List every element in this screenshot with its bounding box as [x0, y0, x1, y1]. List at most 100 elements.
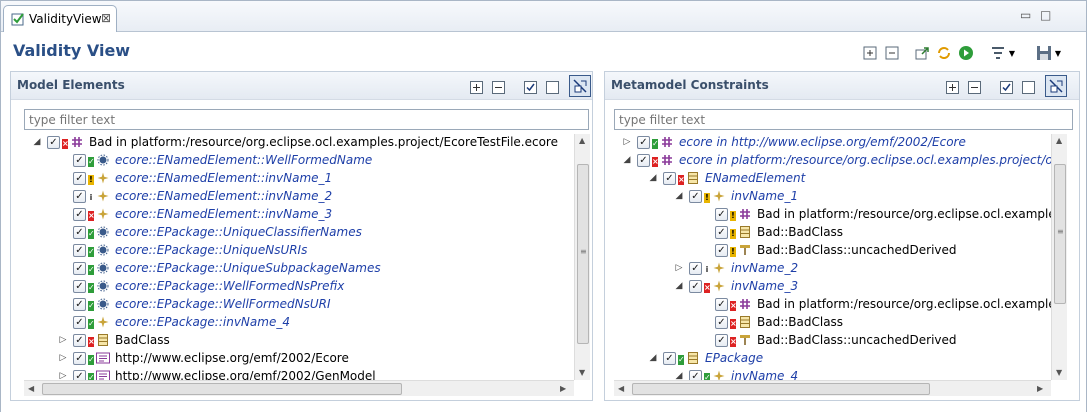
expand-toggle-icon[interactable]: ▷ [674, 263, 684, 273]
collapse-toggle-icon[interactable]: ◢ [674, 371, 684, 380]
row-checkbox[interactable]: ✓ [715, 316, 728, 329]
collapse-toggle-icon[interactable]: ◢ [648, 353, 658, 363]
row-checkbox[interactable]: ✓ [637, 154, 650, 167]
tree-row[interactable]: ▷ ✓ × BadClass [24, 332, 574, 350]
tree-row[interactable]: ▷ ✓ i invName_2 [614, 260, 1051, 278]
tree-row[interactable]: ◢ ✓ × Bad in platform:/resource/org.eclipse… [24, 134, 574, 152]
tree-row[interactable]: ◢ ✓ ✓ invName_4 [614, 368, 1051, 380]
row-checkbox[interactable]: ✓ [715, 244, 728, 257]
row-checkbox[interactable]: ✓ [73, 190, 86, 203]
tree-row[interactable]: ▷ ✓ ✓ http://www.eclipse.org/emf/2002/Ecore [24, 350, 574, 368]
filter-dropdown-icon[interactable]: ▼ [1007, 44, 1017, 62]
tree-row[interactable]: ▷ ✓ ✓ ecore in http://www.eclipse.org/emf/2… [614, 134, 1051, 152]
row-checkbox[interactable]: ✓ [73, 298, 86, 311]
row-checkbox[interactable]: ✓ [73, 154, 86, 167]
tree-row[interactable]: ◢ ✓ ✓ EPackage [614, 350, 1051, 368]
left-vertical-scrollbar[interactable]: ▲ ≡ ▼ [574, 134, 590, 380]
left-link-toggle-button[interactable] [569, 75, 591, 97]
left-uncheck-all-button[interactable] [543, 78, 561, 96]
tree-row[interactable]: ✓! Bad::BadClass [614, 224, 1051, 242]
row-checkbox[interactable]: ✓ [715, 208, 728, 221]
left-expand-all-button[interactable] [467, 78, 485, 96]
row-checkbox[interactable]: ✓ [73, 262, 86, 275]
close-tab-icon[interactable]: ⊠ [101, 11, 111, 25]
row-checkbox[interactable]: ✓ [73, 316, 86, 329]
metamodel-constraints-filter-input[interactable] [614, 109, 1073, 130]
row-checkbox[interactable]: ✓ [637, 136, 650, 149]
tree-row[interactable]: ✓ ✓ ecore::ENamedElement::WellFormedName [24, 152, 574, 170]
right-horizontal-scrollbar[interactable]: ◀ ▶ [614, 380, 1051, 396]
tree-row[interactable]: ▷ ✓ ✓ http://www.eclipse.org/emf/2002/GenMo… [24, 368, 574, 380]
row-checkbox[interactable]: ✓ [689, 190, 702, 203]
tree-row[interactable]: ✓ i ecore::ENamedElement::invName_2 [24, 188, 574, 206]
scroll-up-icon[interactable]: ▲ [579, 136, 585, 145]
left-collapse-all-button[interactable] [489, 78, 507, 96]
maximize-icon[interactable]: □ [1040, 8, 1051, 22]
row-checkbox[interactable]: ✓ [73, 352, 86, 365]
right-link-toggle-button[interactable] [1045, 75, 1067, 97]
model-elements-filter-input[interactable] [24, 109, 589, 130]
row-checkbox[interactable]: ✓ [715, 334, 728, 347]
row-checkbox[interactable]: ✓ [73, 244, 86, 257]
scroll-left-icon[interactable]: ◀ [618, 384, 624, 393]
expand-toggle-icon[interactable]: ▷ [58, 353, 68, 363]
collapse-toggle-icon[interactable]: ◢ [648, 173, 658, 183]
collapse-toggle-icon[interactable]: ◢ [622, 155, 632, 165]
expand-all-button[interactable] [861, 44, 879, 62]
right-vscroll-thumb[interactable]: ≡ [1054, 164, 1066, 304]
export-button[interactable] [913, 44, 931, 62]
tree-row[interactable]: ✓ × ecore::ENamedElement::invName_3 [24, 206, 574, 224]
left-hscroll-thumb[interactable] [42, 383, 402, 395]
tree-row[interactable]: ◢ ✓ × ENamedElement [614, 170, 1051, 188]
tree-row[interactable]: ✓ ✓ ecore::EPackage::invName_4 [24, 314, 574, 332]
right-expand-all-button[interactable] [943, 78, 961, 96]
collapse-all-button[interactable] [883, 44, 901, 62]
tree-row[interactable]: ◢ ✓ × ecore in platform:/resource/org.eclip… [614, 152, 1051, 170]
row-checkbox[interactable]: ✓ [73, 334, 86, 347]
right-uncheck-all-button[interactable] [1019, 78, 1037, 96]
right-collapse-all-button[interactable] [965, 78, 983, 96]
right-check-all-button[interactable] [997, 78, 1015, 96]
tree-row[interactable]: ✓ × Bad::BadClass [614, 314, 1051, 332]
row-checkbox[interactable]: ✓ [663, 172, 676, 185]
right-vertical-scrollbar[interactable]: ▲ ≡ ▼ [1051, 134, 1067, 380]
run-button[interactable] [957, 44, 975, 62]
tree-row[interactable]: ✓! Bad in platform:/resource/org.eclipse.… [614, 206, 1051, 224]
tree-row[interactable]: ✓ × Bad in platform:/resource/org.eclipse.… [614, 296, 1051, 314]
row-checkbox[interactable]: ✓ [73, 226, 86, 239]
row-checkbox[interactable]: ✓ [73, 370, 86, 380]
save-button[interactable] [1035, 44, 1053, 62]
filter-menu-button[interactable] [989, 44, 1007, 62]
tree-row[interactable]: ✓ ✓ ecore::EPackage::UniqueClassifierNames [24, 224, 574, 242]
minimize-icon[interactable]: ▭ [1020, 8, 1031, 22]
collapse-toggle-icon[interactable]: ◢ [32, 137, 42, 147]
row-checkbox[interactable]: ✓ [689, 370, 702, 380]
expand-toggle-icon[interactable]: ▷ [58, 335, 68, 345]
expand-toggle-icon[interactable]: ▷ [622, 137, 632, 147]
save-dropdown-icon[interactable]: ▼ [1053, 44, 1063, 62]
row-checkbox[interactable]: ✓ [715, 226, 728, 239]
tree-row[interactable]: ✓ ✓ ecore::EPackage::UniqueNsURIs [24, 242, 574, 260]
scroll-down-icon[interactable]: ▼ [1056, 368, 1062, 377]
tree-row[interactable]: ◢ ✓ × invName_3 [614, 278, 1051, 296]
scroll-right-icon[interactable]: ▶ [560, 384, 566, 393]
row-checkbox[interactable]: ✓ [47, 136, 60, 149]
row-checkbox[interactable]: ✓ [689, 262, 702, 275]
right-hscroll-thumb[interactable] [632, 383, 930, 395]
tree-row[interactable]: ✓ ✓ ecore::EPackage::UniqueSubpackageNames [24, 260, 574, 278]
refresh-button[interactable] [935, 44, 953, 62]
expand-toggle-icon[interactable]: ▷ [58, 371, 68, 380]
collapse-toggle-icon[interactable]: ◢ [674, 191, 684, 201]
left-check-all-button[interactable] [521, 78, 539, 96]
scroll-right-icon[interactable]: ▶ [1037, 384, 1043, 393]
row-checkbox[interactable]: ✓ [663, 352, 676, 365]
scroll-left-icon[interactable]: ◀ [28, 384, 34, 393]
tree-row[interactable]: ✓ ✓ ecore::EPackage::WellFormedNsURI [24, 296, 574, 314]
row-checkbox[interactable]: ✓ [73, 172, 86, 185]
row-checkbox[interactable]: ✓ [73, 208, 86, 221]
tree-row[interactable]: ✓ × Bad::BadClass::uncachedDerived [614, 332, 1051, 350]
tree-row[interactable]: ✓ ✓ ecore::EPackage::WellFormedNsPrefix [24, 278, 574, 296]
tree-row[interactable]: ✓! ecore::ENamedElement::invName_1 [24, 170, 574, 188]
scroll-up-icon[interactable]: ▲ [1056, 136, 1062, 145]
tab-validity-view[interactable]: ValidityView ⊠ [3, 5, 117, 32]
